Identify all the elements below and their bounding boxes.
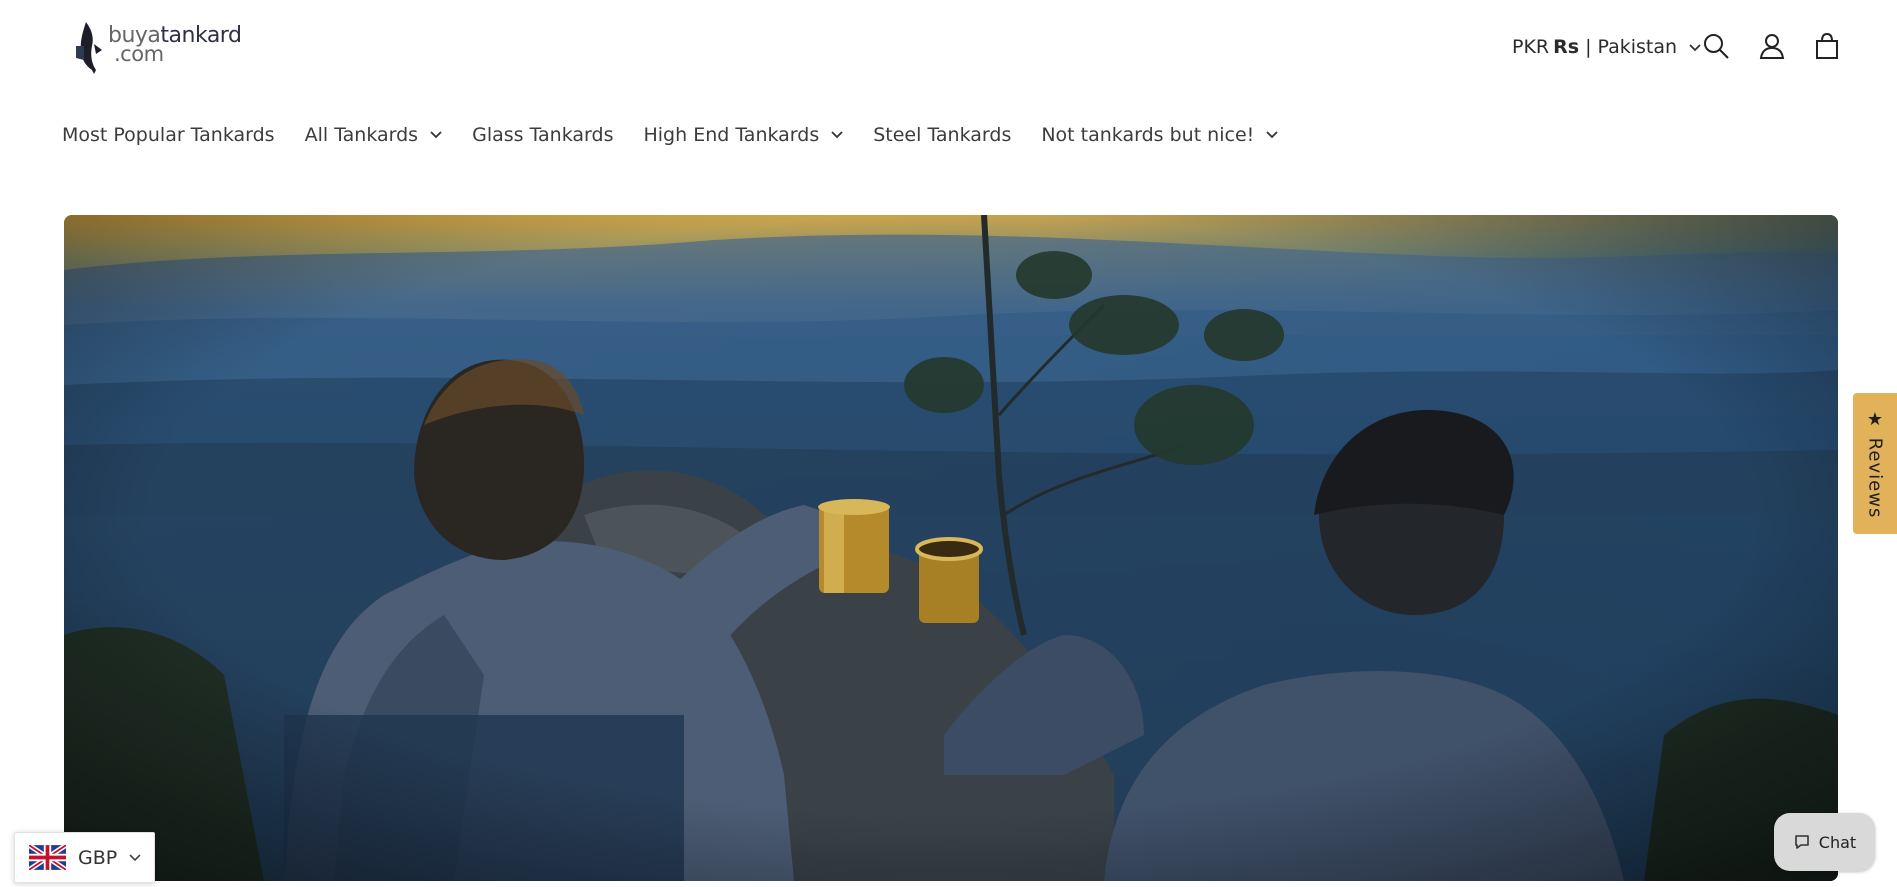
chevron-down-icon <box>430 131 442 139</box>
logo-text-bold: tankard <box>160 23 242 48</box>
nav-item-most-popular[interactable]: Most Popular Tankards <box>62 124 275 146</box>
chat-button[interactable]: Chat <box>1774 813 1875 871</box>
nav-item-not-tankards[interactable]: Not tankards but nice! <box>1041 124 1278 146</box>
chevron-down-icon <box>129 853 141 861</box>
hero-banner-image[interactable] <box>64 215 1838 881</box>
nav-item-glass-tankards[interactable]: Glass Tankards <box>472 124 613 146</box>
nav-item-high-end-tankards[interactable]: High End Tankards <box>643 124 843 146</box>
chevron-down-icon <box>1266 131 1278 139</box>
cart-button[interactable] <box>1811 30 1843 62</box>
nav-item-all-tankards[interactable]: All Tankards <box>305 124 443 146</box>
country-currency-selector[interactable]: PKR Rs | Pakistan <box>1512 32 1701 62</box>
currency-symbol: Rs <box>1553 36 1580 58</box>
account-button[interactable] <box>1756 30 1788 62</box>
site-logo[interactable]: buyatankard .com <box>72 20 262 76</box>
chevron-down-icon <box>831 131 843 139</box>
reviews-side-tab[interactable]: ★ Reviews <box>1853 393 1897 534</box>
currency-code: PKR <box>1512 36 1550 58</box>
main-nav: Most Popular Tankards All Tankards Glass… <box>62 124 1308 146</box>
currency-code: GBP <box>78 846 118 869</box>
nav-item-label: High End Tankards <box>643 124 820 146</box>
currency-separator: | <box>1585 36 1592 58</box>
site-header: buyatankard .com PKR Rs | Pakistan Most … <box>0 0 1897 200</box>
nav-item-label: Not tankards but nice! <box>1041 124 1255 146</box>
search-icon <box>1704 34 1729 59</box>
logo-mark-icon <box>76 22 102 74</box>
logo-text: buyatankard .com <box>108 23 242 65</box>
cart-icon <box>1816 32 1838 59</box>
search-button[interactable] <box>1700 30 1732 62</box>
nav-item-label: Most Popular Tankards <box>62 124 275 146</box>
chat-bubble-icon <box>1794 835 1809 849</box>
hero-illustration <box>64 215 1838 881</box>
account-icon <box>1759 34 1785 59</box>
uk-flag-icon <box>29 845 66 870</box>
nav-item-steel-tankards[interactable]: Steel Tankards <box>873 124 1011 146</box>
chat-button-label: Chat <box>1818 832 1857 852</box>
reviews-tab-label: ★ Reviews <box>1864 408 1886 519</box>
nav-item-label: Steel Tankards <box>873 124 1012 146</box>
country-name: Pakistan <box>1597 36 1678 58</box>
nav-item-label: All Tankards <box>304 124 419 146</box>
nav-item-label: Glass Tankards <box>472 124 614 146</box>
currency-converter-widget[interactable]: GBP <box>14 832 155 883</box>
